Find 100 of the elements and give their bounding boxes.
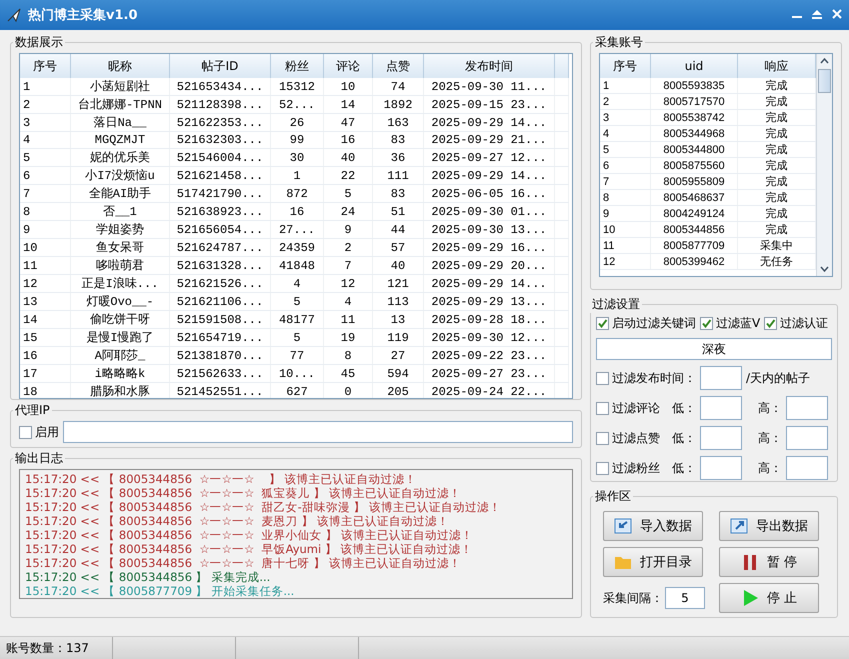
- high-field[interactable]: [786, 426, 828, 450]
- table-cell: 0: [324, 382, 372, 398]
- table-cell: 1: [600, 78, 650, 94]
- checkbox[interactable]: 过滤蓝V: [700, 315, 760, 332]
- column-header[interactable]: 发布时间: [424, 54, 554, 78]
- log-line: 15:17:20 << 【 8005877709 】 开始采集任务...: [25, 584, 296, 598]
- table-cell: 偷吃饼干呀: [70, 310, 170, 328]
- table-cell: MGQZMJT: [70, 132, 170, 148]
- table-cell: 14: [324, 96, 372, 114]
- checkbox[interactable]: 启动过滤关键词: [596, 315, 696, 332]
- table-cell: 4: [324, 292, 372, 310]
- table-cell: 8005344800: [650, 142, 738, 158]
- table-cell: 44: [372, 220, 424, 238]
- keyword-field[interactable]: 深夜: [596, 338, 832, 360]
- checkbox[interactable]: 启用: [19, 424, 59, 440]
- table-cell: 9: [600, 206, 650, 222]
- low-field[interactable]: [700, 396, 742, 420]
- table-cell: 40: [372, 256, 424, 274]
- table-cell: 正是I浪味...: [70, 274, 170, 292]
- table-cell: 517421790...: [170, 184, 270, 202]
- column-header[interactable]: 粉丝: [270, 54, 324, 78]
- table-cell: 10: [324, 78, 372, 96]
- column-header[interactable]: 点赞: [372, 54, 424, 78]
- table-cell: 5: [270, 328, 324, 346]
- window-title: 热门博主采集v1.0: [28, 6, 139, 24]
- table-cell: 8: [20, 202, 70, 220]
- suffix-label: /天内的帖子: [746, 370, 810, 386]
- column-header[interactable]: 帖子ID: [170, 54, 270, 78]
- table-cell: 8005468637: [650, 190, 738, 206]
- action-button[interactable]: 停 止: [719, 583, 819, 613]
- table-cell: 2025-06-05 16...: [424, 184, 554, 202]
- table-cell: 2025-09-27 23...: [424, 364, 554, 382]
- proxy-field[interactable]: [63, 421, 573, 443]
- table-cell: 521381870...: [170, 346, 270, 364]
- group-title: 过滤设置: [591, 296, 641, 313]
- table-cell: 521654719...: [170, 328, 270, 346]
- log-line: 15:17:20 << 【 8005344856 ☆一☆一☆ 唐十七呀 】 该博主已认证自动过滤！: [25, 556, 462, 570]
- high-field[interactable]: [786, 456, 828, 480]
- table-cell: 8005344968: [650, 126, 738, 142]
- table-cell: 521591508...: [170, 310, 270, 328]
- table-cell: 8005538742: [650, 110, 738, 126]
- checkbox[interactable]: 过滤发布时间：: [596, 370, 696, 386]
- table-cell: 完成: [738, 78, 816, 94]
- log-line: 15:17:20 << 【 8005344856 ☆一☆一☆ 甜乙女-甜味弥漫 】 该博主已认证自动过滤！: [25, 500, 502, 514]
- table-cell: 205: [372, 382, 424, 398]
- table-cell: 6: [20, 166, 70, 184]
- days-field[interactable]: [700, 366, 742, 390]
- table-cell: 2: [324, 238, 372, 256]
- table-cell: 完成: [738, 190, 816, 206]
- close-icon[interactable]: [831, 8, 843, 20]
- low-label: 低：: [672, 400, 696, 416]
- table-cell: 鱼女呆哥: [70, 238, 170, 256]
- app-icon: [6, 7, 22, 23]
- table-cell: 3: [20, 114, 70, 132]
- table-cell: 无任务: [738, 254, 816, 270]
- table-cell: 10: [20, 238, 70, 256]
- table-cell: 27...: [270, 220, 324, 238]
- high-field[interactable]: [786, 396, 828, 420]
- scrollbar[interactable]: [816, 54, 832, 276]
- column-header[interactable]: 昵称: [70, 54, 170, 78]
- table-cell: 2: [20, 96, 70, 114]
- checkmark-icon: [701, 318, 712, 329]
- table-cell: 2025-09-22 23...: [424, 346, 554, 364]
- maximize-icon[interactable]: [811, 8, 823, 20]
- table-cell: 521621526...: [170, 274, 270, 292]
- table-cell: 111: [372, 166, 424, 184]
- table-cell: 521622353...: [170, 114, 270, 132]
- action-button[interactable]: 暂 停: [719, 547, 819, 577]
- table-cell: 小菡短剧社: [70, 78, 170, 96]
- table-cell: 521631328...: [170, 256, 270, 274]
- table-cell: 8004249124: [650, 206, 738, 222]
- checkbox[interactable]: 过滤认证: [764, 315, 828, 332]
- column-header[interactable]: 序号: [600, 54, 650, 78]
- table-cell: 48177: [270, 310, 324, 328]
- table-cell: 4: [270, 274, 324, 292]
- checkbox[interactable]: 过滤粉丝: [596, 460, 668, 476]
- table-cell: 15312: [270, 78, 324, 96]
- action-button[interactable]: 导入数据: [603, 511, 703, 541]
- checkbox[interactable]: 过滤点赞: [596, 430, 668, 446]
- low-field[interactable]: [700, 456, 742, 480]
- action-button[interactable]: 打开目录: [603, 547, 703, 577]
- column-header[interactable]: 响应: [738, 54, 816, 78]
- table-cell: 小I7没烦恼u: [70, 166, 170, 184]
- checkbox[interactable]: 过滤评论: [596, 400, 668, 416]
- table-cell: 腊肠和水豚: [70, 382, 170, 398]
- action-button[interactable]: 导出数据: [719, 511, 819, 541]
- table-cell: 2025-09-29 14...: [424, 114, 554, 132]
- scroll-thumb[interactable]: [818, 69, 831, 93]
- table-cell: 4: [20, 132, 70, 148]
- column-header[interactable]: 序号: [20, 54, 70, 78]
- table-cell: 83: [372, 132, 424, 148]
- column-header[interactable]: 评论: [324, 54, 372, 78]
- table-cell: 83: [372, 184, 424, 202]
- interval-field[interactable]: 5: [665, 587, 705, 609]
- low-field[interactable]: [700, 426, 742, 450]
- table-cell: 2: [600, 94, 650, 110]
- table-cell: 17: [20, 364, 70, 382]
- column-header[interactable]: uid: [650, 54, 738, 78]
- table-cell: 10...: [270, 364, 324, 382]
- table-cell: 6: [600, 158, 650, 174]
